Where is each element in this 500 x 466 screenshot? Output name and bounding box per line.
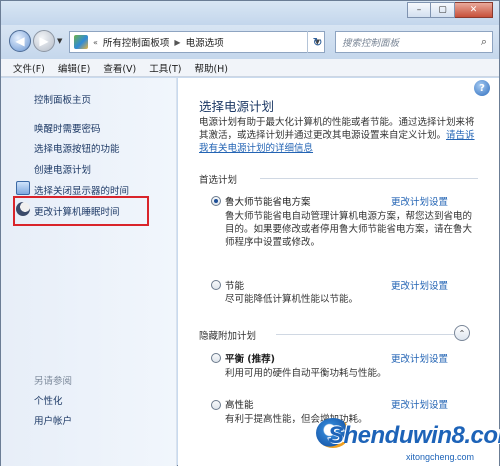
- sidebar-item-display-off[interactable]: 选择关闭显示器的时间: [34, 183, 129, 197]
- forward-button[interactable]: ▶: [33, 30, 55, 52]
- sidebar-item-create-plan[interactable]: 创建电源计划: [34, 162, 91, 176]
- plan-desc-balanced: 利用可用的硬件自动平衡功耗与性能。: [225, 368, 387, 379]
- site-watermark: Shenduwin8.com xitongcheng.com: [316, 410, 500, 466]
- description-text: 电源计划有助于最大化计算机的性能或者节能。通过选择计划来将其激活，或选择计划并通…: [199, 117, 475, 141]
- window-controls: – ▢ ✕: [407, 2, 493, 18]
- page-title: 选择电源计划: [199, 99, 275, 114]
- preferred-plans-heading: 首选计划: [199, 175, 238, 186]
- refresh-button[interactable]: ↻: [307, 31, 327, 53]
- plan-desc-ludashi: 鲁大师节能省电自动管理计算机电源方案，帮您达到省电的目的。如果要修改或者停用鲁大…: [225, 211, 473, 248]
- plan-radio-power-saver[interactable]: [211, 280, 221, 290]
- recent-pages-dropdown[interactable]: ▼: [57, 37, 62, 45]
- plan-name-power-saver[interactable]: 节能: [225, 278, 244, 292]
- breadcrumb-power-options[interactable]: 电源选项: [186, 35, 224, 49]
- close-button[interactable]: ✕: [455, 2, 493, 18]
- sidebar-item-personalization[interactable]: 个性化: [34, 393, 63, 407]
- search-placeholder: 搜索控制面板: [342, 38, 400, 49]
- maximize-button[interactable]: ▢: [431, 2, 455, 18]
- divider: [260, 178, 478, 179]
- breadcrumb-all-items[interactable]: 所有控制面板项: [103, 35, 170, 49]
- minimize-button[interactable]: –: [407, 2, 431, 18]
- sidebar: [1, 78, 177, 466]
- plan-radio-ludashi[interactable]: [211, 196, 221, 206]
- address-box[interactable]: « 所有控制面板项 ▶ 电源选项 ▼: [69, 31, 325, 53]
- menu-edit[interactable]: 编辑(E): [58, 61, 90, 75]
- help-icon[interactable]: ?: [474, 80, 490, 96]
- sidebar-item-user-accounts[interactable]: 用户帐户: [34, 413, 72, 427]
- page-description: 电源计划有助于最大化计算机的性能或者节能。通过选择计划来将其激活，或选择计划并通…: [199, 116, 475, 155]
- plan-name-balanced[interactable]: 平衡 (推荐): [225, 351, 275, 365]
- plan-radio-balanced[interactable]: [211, 353, 221, 363]
- title-bar: – ▢ ✕: [1, 1, 499, 25]
- address-bar: ◀ ▶ ▼ « 所有控制面板项 ▶ 电源选项 ▼ ↻ 搜索控制面板 ⌕: [1, 25, 499, 59]
- monitor-icon: [16, 181, 30, 195]
- see-also-heading: 另请参阅: [34, 376, 73, 387]
- menu-file[interactable]: 文件(F): [13, 61, 45, 75]
- watermark-text: Shenduwin8.com: [328, 422, 500, 449]
- change-plan-settings-link[interactable]: 更改计划设置: [391, 351, 448, 365]
- search-icon[interactable]: ⌕: [481, 35, 487, 49]
- plan-name-ludashi[interactable]: 鲁大师节能省电方案: [225, 194, 311, 208]
- collapse-chevron-icon[interactable]: ⌃: [454, 325, 470, 341]
- plan-desc-power-saver: 尽可能降低计算机性能以节能。: [225, 294, 359, 305]
- hidden-plans-heading: 隐藏附加计划: [199, 331, 257, 342]
- breadcrumb-separator: «: [93, 37, 98, 47]
- back-button[interactable]: ◀: [9, 30, 31, 52]
- menu-help[interactable]: 帮助(H): [194, 61, 228, 75]
- sidebar-item-power-button[interactable]: 选择电源按钮的功能: [34, 141, 120, 155]
- breadcrumb-separator-icon: ▶: [174, 37, 181, 47]
- change-plan-settings-link[interactable]: 更改计划设置: [391, 194, 448, 208]
- change-plan-settings-link[interactable]: 更改计划设置: [391, 278, 448, 292]
- sidebar-item-home[interactable]: 控制面板主页: [34, 92, 91, 106]
- menu-tools[interactable]: 工具(T): [149, 61, 181, 75]
- search-input[interactable]: 搜索控制面板 ⌕: [335, 31, 493, 53]
- highlight-box: [13, 196, 149, 226]
- change-plan-settings-link[interactable]: 更改计划设置: [391, 397, 448, 411]
- divider: [276, 334, 454, 335]
- plan-name-high-performance[interactable]: 高性能: [225, 397, 254, 411]
- menu-bar: 文件(F) 编辑(E) 查看(V) 工具(T) 帮助(H): [1, 59, 499, 77]
- control-panel-icon: [74, 35, 88, 49]
- menu-view[interactable]: 查看(V): [103, 61, 136, 75]
- sidebar-item-wake-password[interactable]: 唤醒时需要密码: [34, 121, 101, 135]
- plan-radio-high-performance[interactable]: [211, 400, 221, 410]
- watermark-subtext: xitongcheng.com: [406, 452, 475, 462]
